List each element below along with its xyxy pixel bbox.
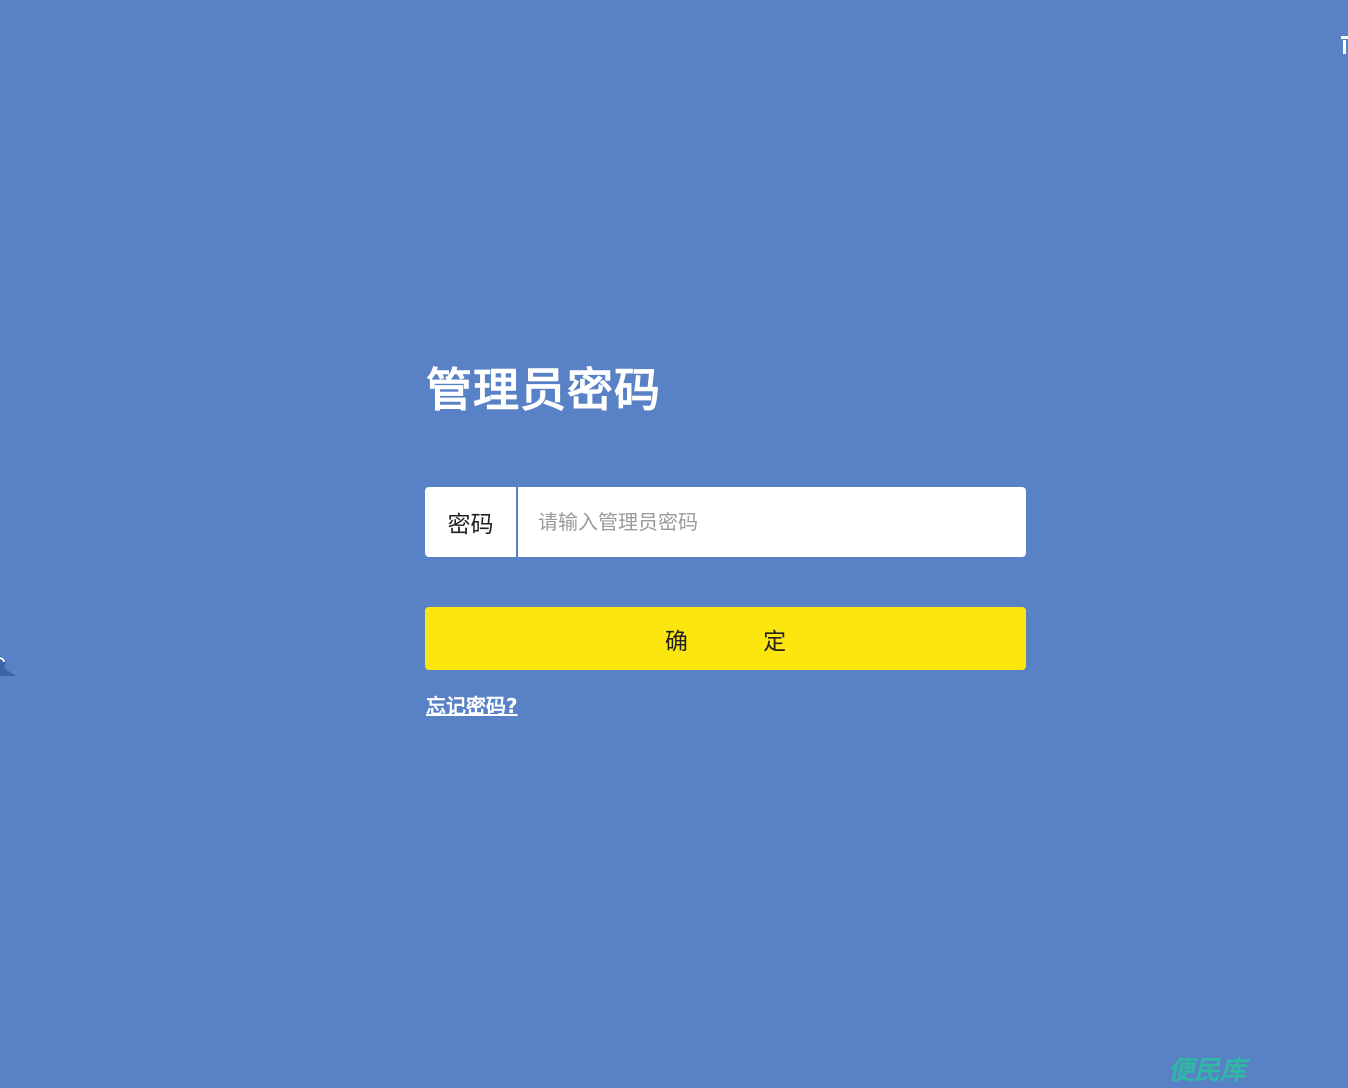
login-page: 管理员密码 密码 确 定 忘记密码? 便民库 xyxy=(0,0,1348,1088)
page-title: 管理员密码 xyxy=(426,363,661,417)
confirm-button[interactable]: 确 定 xyxy=(425,607,1026,670)
corner-partial-glyph xyxy=(1338,34,1348,56)
left-edge-decoration xyxy=(0,656,16,676)
password-input[interactable] xyxy=(518,487,1026,557)
password-label: 密码 xyxy=(425,487,518,557)
forgot-password-link[interactable]: 忘记密码? xyxy=(426,690,518,719)
watermark-text: 便民库 xyxy=(1168,1056,1247,1086)
password-input-group: 密码 xyxy=(425,487,1026,557)
